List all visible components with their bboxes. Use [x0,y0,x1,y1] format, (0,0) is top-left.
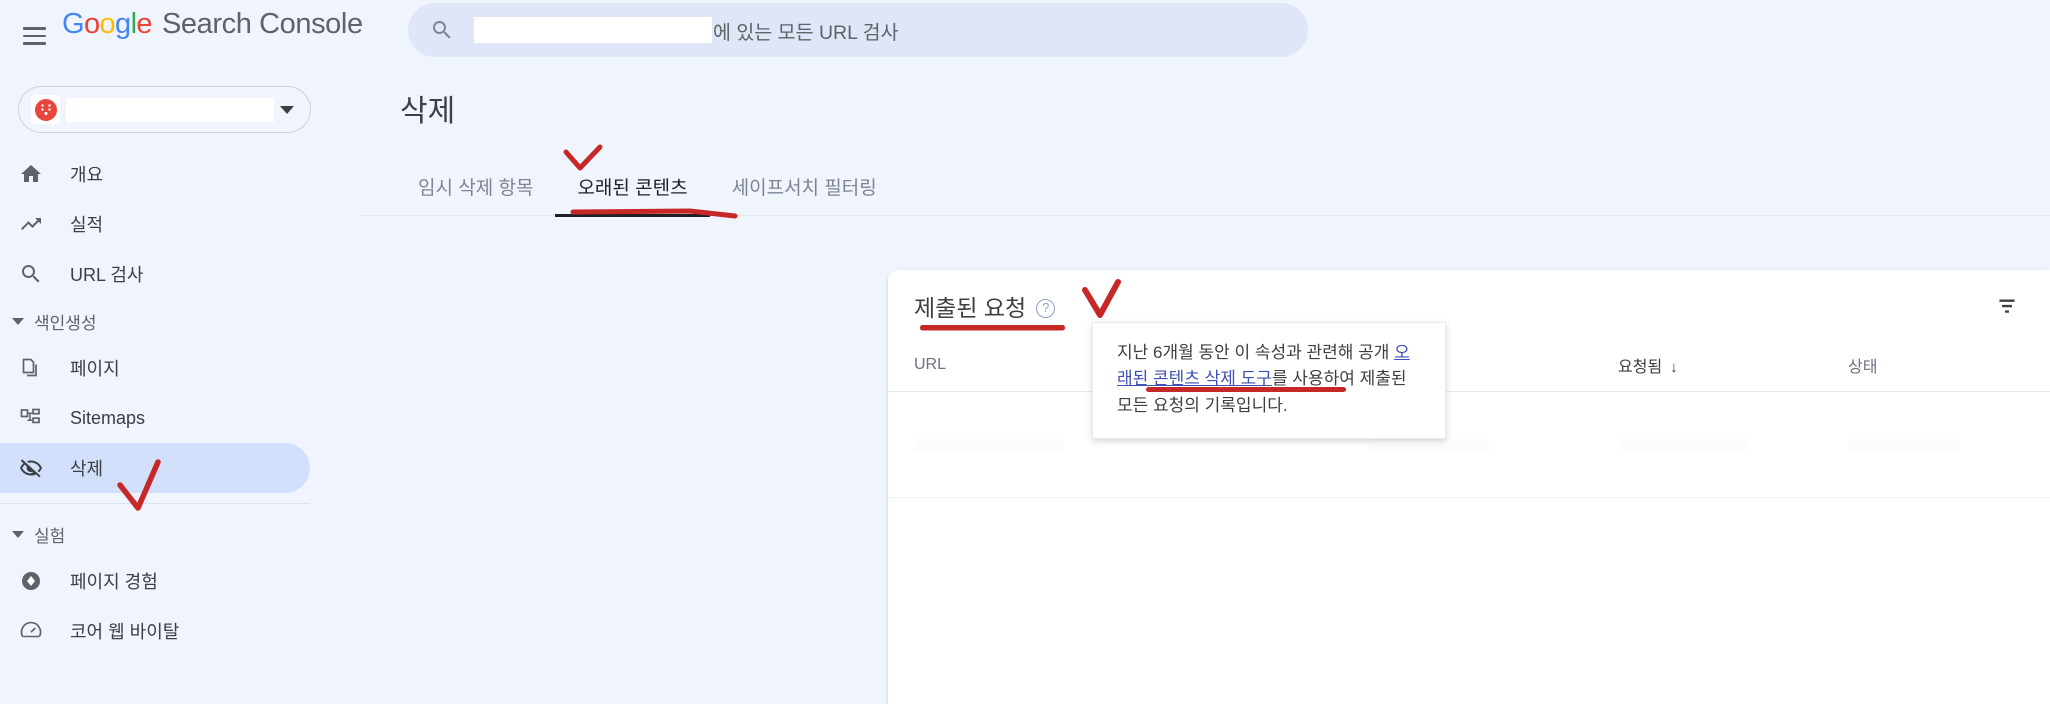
card-header: 제출된 요청 ? [888,270,2050,342]
sidebar-item-pages[interactable]: 페이지 [0,343,310,393]
column-label: 상태 [1848,359,1877,376]
eye-off-icon [18,455,44,481]
sidebar-item-sitemaps[interactable]: Sitemaps [0,393,310,443]
product-name: Search Console [162,8,363,41]
tab-safesearch-filtering[interactable]: 세이프서치 필터링 [710,173,899,216]
chevron-down-icon [280,106,294,114]
sidebar-item-core-web-vitals[interactable]: 코어 웹 바이탈 [0,606,310,656]
card-title-submitted-requests: 제출된 요청 [914,289,1026,323]
search-icon [430,18,454,42]
url-inspection-search-bar[interactable]: 에 있는 모든 URL 검사 [408,3,1308,57]
sidebar-item-label: 코어 웹 바이탈 [70,618,179,644]
search-suffix-label: 에 있는 모든 URL 검사 [713,16,899,45]
chevron-down-icon [12,318,24,325]
redacted-property-value [66,98,274,122]
sidebar-item-label: 개요 [70,161,103,187]
sidebar-item-page-experience[interactable]: 페이지 경험 [0,556,310,606]
tab-temporary-removals[interactable]: 임시 삭제 항목 [396,173,555,216]
page-experience-icon [18,568,44,594]
sidebar-item-label: 페이지 경험 [70,568,158,594]
column-label: 요청됨 [1618,359,1662,376]
chevron-down-icon [12,531,24,538]
column-header-requested[interactable]: 요청됨 ↓ [1618,342,1848,392]
sidebar-item-label: Sitemaps [70,408,145,429]
sidebar-item-url-inspection[interactable]: URL 검사 [0,249,310,299]
sidebar-group-label: 실험 [34,522,65,547]
google-logo: Google [62,8,152,41]
sitemap-icon [18,405,44,431]
top-app-bar: Google Search Console 에 있는 모든 URL 검사 [0,0,2050,72]
tooltip-text-before: 지난 6개월 동안 이 속성과 관련해 공개 [1117,343,1394,362]
sidebar-item-label: 삭제 [70,455,103,481]
sidebar: 개요 실적 URL 검사 색인생성 페이지 [0,72,360,704]
sidebar-group-experience[interactable]: 실험 [0,512,360,556]
sidebar-item-performance[interactable]: 실적 [0,199,310,249]
sidebar-nav: 개요 실적 URL 검사 색인생성 페이지 [0,149,360,656]
tab-bar: 임시 삭제 항목 오래된 콘텐츠 세이프서치 필터링 [360,154,2050,216]
redacted-property-name [474,17,712,43]
app-brand: Google Search Console [62,8,363,41]
submitted-requests-table: URL 유형 ? 요청됨↓ 상태 [888,342,2050,498]
sidebar-item-label: URL 검사 [70,261,143,287]
sidebar-group-label: 색인생성 [34,309,97,334]
cell-requested [1618,392,1848,498]
tab-outdated-content[interactable]: 오래된 콘텐츠 [555,173,709,216]
pages-icon [18,355,44,381]
page-title: 삭제 [400,86,455,130]
table-row[interactable] [888,392,2050,498]
sidebar-group-indexing[interactable]: 색인생성 [0,299,360,343]
tab-label: 임시 삭제 항목 [418,178,533,199]
sidebar-item-removals[interactable]: 삭제 [0,443,310,493]
help-tooltip: 지난 6개월 동안 이 속성과 관련해 공개 오래된 콘텐츠 삭제 도구를 사용… [1092,322,1446,439]
sort-descending-icon: ↓ [1670,359,1678,376]
hamburger-menu-icon[interactable] [12,14,56,58]
site-favicon-icon [31,95,60,124]
submitted-requests-card: 제출된 요청 ? URL 유형 ? 요청됨↓ [888,270,2050,704]
sidebar-item-label: 실적 [70,211,103,237]
search-bar-text: 에 있는 모든 URL 검사 [474,16,899,45]
sidebar-divider [0,503,310,504]
home-icon [18,161,44,187]
speedometer-icon [18,618,44,644]
tab-label: 세이프서치 필터링 [732,178,877,199]
sidebar-item-overview[interactable]: 개요 [0,149,310,199]
tab-label: 오래된 콘텐츠 [577,178,687,199]
table-header-row: URL 유형 ? 요청됨↓ 상태 [888,342,2050,392]
sidebar-item-label: 페이지 [70,355,120,381]
column-header-status[interactable]: 상태 [1848,342,2050,392]
search-icon [18,261,44,287]
column-label: URL [914,356,946,373]
cell-status [1848,392,2050,498]
help-circle-icon[interactable]: ? [1036,299,1055,318]
trending-up-icon [18,211,44,237]
property-selector[interactable] [18,86,311,133]
filter-icon[interactable] [1994,293,2020,319]
